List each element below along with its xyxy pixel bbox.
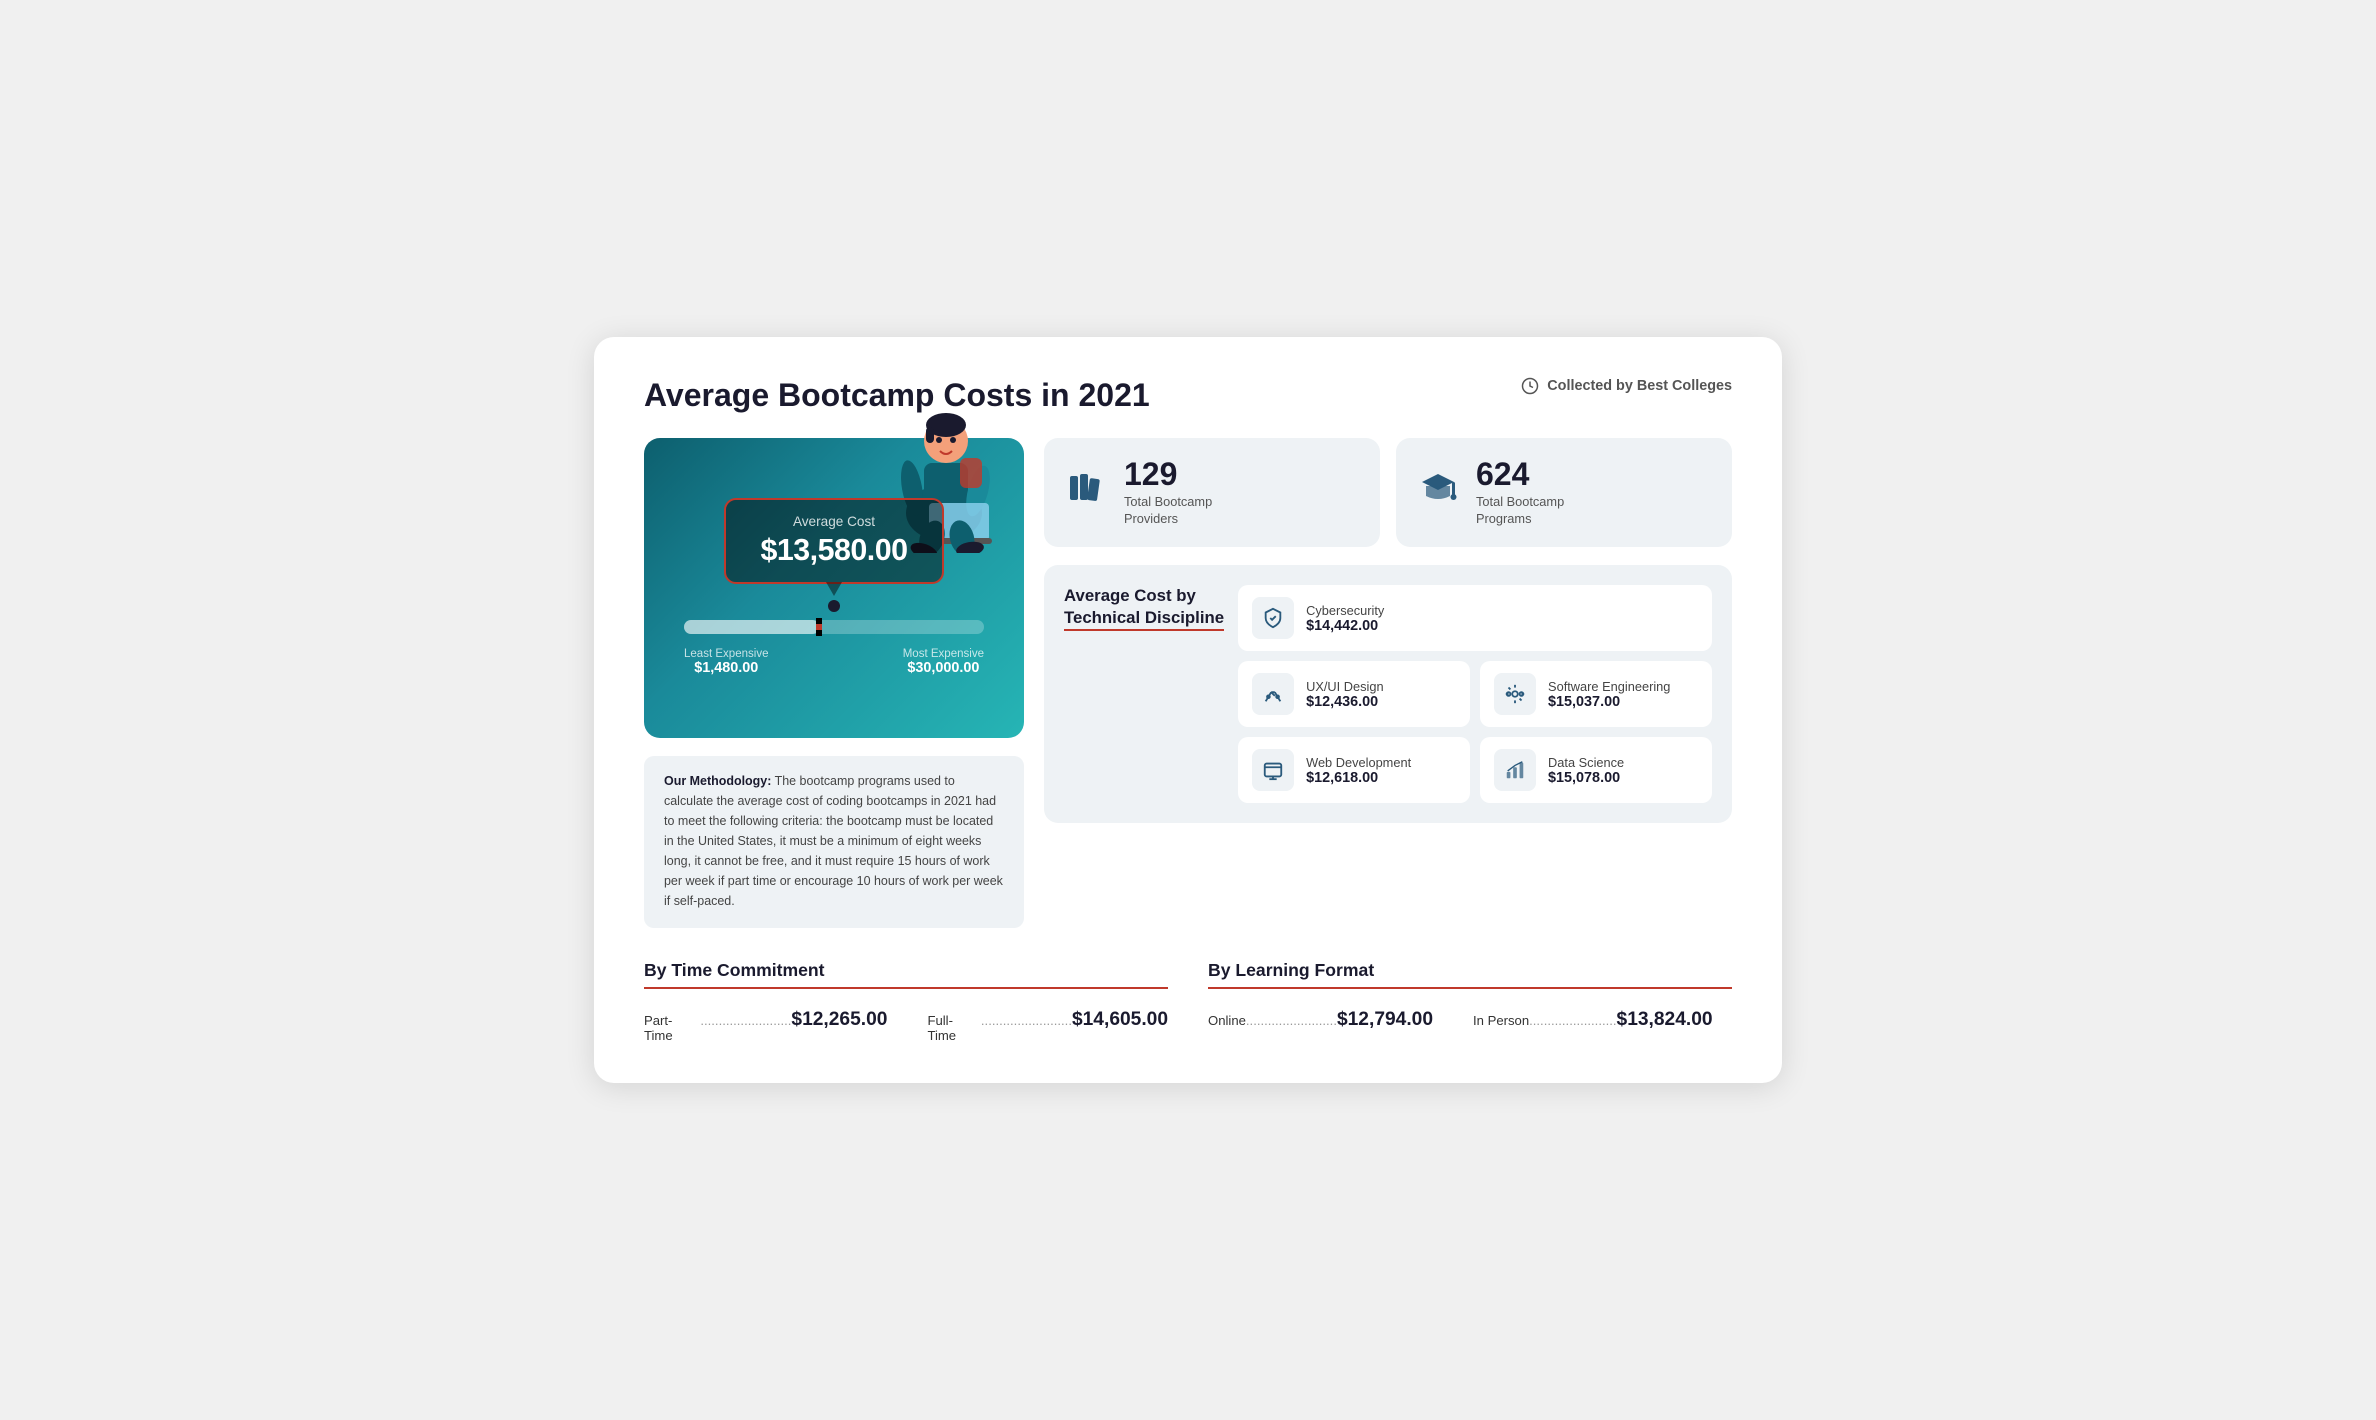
data-icon — [1494, 749, 1536, 791]
design-icon — [1252, 673, 1294, 715]
web-name: Web Development — [1306, 755, 1456, 770]
programs-label: Total BootcampPrograms — [1476, 494, 1564, 527]
time-commitment-title: By Time Commitment — [644, 960, 1168, 981]
average-cost-bubble: Average Cost $13,580.00 — [724, 498, 944, 584]
left-panel: Average Cost $13,580.00 Least Expensive … — [644, 438, 1024, 928]
discipline-title-col: Average Cost byTechnical Discipline — [1064, 585, 1224, 803]
web-icon — [1252, 749, 1294, 791]
gauge-bar-fill — [684, 620, 819, 634]
shield-icon — [1252, 597, 1294, 639]
discipline-cybersecurity: Cybersecurity $14,442.00 — [1238, 585, 1712, 651]
collected-by-label: Collected by Best Colleges — [1521, 377, 1732, 395]
discipline-data: Data Science $15,078.00 — [1480, 737, 1712, 803]
methodology-bold: Our Methodology: — [664, 774, 771, 788]
discipline-main: Average Cost byTechnical Discipline — [1064, 585, 1712, 803]
software-cost: $15,037.00 — [1548, 694, 1698, 710]
providers-info: 129 Total BootcampProviders — [1124, 458, 1212, 527]
engineering-icon — [1494, 673, 1536, 715]
discipline-items: Cybersecurity $14,442.00 — [1238, 585, 1712, 803]
cybersecurity-name: Cybersecurity — [1306, 603, 1698, 618]
header: Average Bootcamp Costs in 2021 Collected… — [644, 377, 1732, 414]
books-icon — [1064, 466, 1108, 519]
stats-row: 129 Total BootcampProviders — [1044, 438, 1732, 547]
main-card: Average Bootcamp Costs in 2021 Collected… — [594, 337, 1782, 1083]
time-divider — [644, 987, 1168, 989]
cybersecurity-row: Cybersecurity $14,442.00 — [1238, 585, 1712, 651]
providers-number: 129 — [1124, 458, 1212, 490]
in-person-dots: ........................ — [1529, 1013, 1616, 1028]
full-time-label: Full-Time — [927, 1013, 980, 1043]
full-time-dots: ......................... — [981, 1013, 1072, 1028]
time-commitment-block: By Time Commitment Part-Time ...........… — [644, 960, 1168, 1043]
programs-stat: 624 Total BootcampPrograms — [1396, 438, 1732, 547]
bottom-section: By Time Commitment Part-Time ...........… — [644, 960, 1732, 1043]
avg-cost-value: $13,580.00 — [750, 533, 918, 568]
graduation-icon — [1416, 466, 1460, 519]
part-time-label: Part-Time — [644, 1013, 700, 1043]
in-person-item: In Person ........................ $13,8… — [1473, 1009, 1713, 1031]
part-time-item: Part-Time ......................... $12,… — [644, 1009, 887, 1043]
in-person-label: In Person — [1473, 1013, 1529, 1028]
web-cost: $12,618.00 — [1306, 770, 1456, 786]
gauge-dot — [828, 600, 840, 612]
top-section: Average Cost $13,580.00 Least Expensive … — [644, 438, 1732, 928]
gauge-labels: Least Expensive $1,480.00 Most Expensive… — [674, 648, 994, 676]
learning-format-row: Online ......................... $12,794… — [1208, 1009, 1732, 1031]
full-time-value: $14,605.00 — [1072, 1009, 1168, 1031]
in-person-value: $13,824.00 — [1617, 1009, 1713, 1031]
online-item: Online ......................... $12,794… — [1208, 1009, 1433, 1031]
methodology-text: The bootcamp programs used to calculate … — [664, 774, 1003, 908]
avg-cost-label: Average Cost — [750, 514, 918, 529]
online-dots: ......................... — [1246, 1013, 1337, 1028]
programs-number: 624 — [1476, 458, 1564, 490]
uxui-name: UX/UI Design — [1306, 679, 1456, 694]
programs-info: 624 Total BootcampPrograms — [1476, 458, 1564, 527]
most-expensive-label: Most Expensive $30,000.00 — [903, 648, 984, 676]
discipline-title: Average Cost byTechnical Discipline — [1064, 585, 1224, 629]
least-expensive-label: Least Expensive $1,480.00 — [684, 648, 769, 676]
discipline-card: Average Cost byTechnical Discipline — [1044, 565, 1732, 823]
discipline-uxui: UX/UI Design $12,436.00 — [1238, 661, 1470, 727]
online-label: Online — [1208, 1013, 1246, 1028]
learning-format-block: By Learning Format Online ..............… — [1208, 960, 1732, 1043]
gauge-bar-indicator — [816, 618, 822, 636]
methodology-box: Our Methodology: The bootcamp programs u… — [644, 756, 1024, 928]
software-name: Software Engineering — [1548, 679, 1698, 694]
data-name: Data Science — [1548, 755, 1698, 770]
discipline-web: Web Development $12,618.00 — [1238, 737, 1470, 803]
part-time-value: $12,265.00 — [791, 1009, 887, 1031]
part-time-dots: ......................... — [700, 1013, 791, 1028]
discipline-grid: UX/UI Design $12,436.00 — [1238, 661, 1712, 803]
right-section: 129 Total BootcampProviders — [1044, 438, 1732, 928]
discipline-software: Software Engineering $15,037.00 — [1480, 661, 1712, 727]
cybersecurity-cost: $14,442.00 — [1306, 618, 1698, 634]
online-value: $12,794.00 — [1337, 1009, 1433, 1031]
clock-icon — [1521, 377, 1539, 395]
providers-stat: 129 Total BootcampProviders — [1044, 438, 1380, 547]
gauge-card: Average Cost $13,580.00 Least Expensive … — [644, 438, 1024, 738]
gauge-bar — [684, 620, 984, 634]
discipline-divider — [1064, 629, 1224, 631]
uxui-cost: $12,436.00 — [1306, 694, 1456, 710]
time-commitment-row: Part-Time ......................... $12,… — [644, 1009, 1168, 1043]
learning-divider — [1208, 987, 1732, 989]
learning-format-title: By Learning Format — [1208, 960, 1732, 981]
providers-label: Total BootcampProviders — [1124, 494, 1212, 527]
data-cost: $15,078.00 — [1548, 770, 1698, 786]
full-time-item: Full-Time ......................... $14,… — [927, 1009, 1168, 1043]
